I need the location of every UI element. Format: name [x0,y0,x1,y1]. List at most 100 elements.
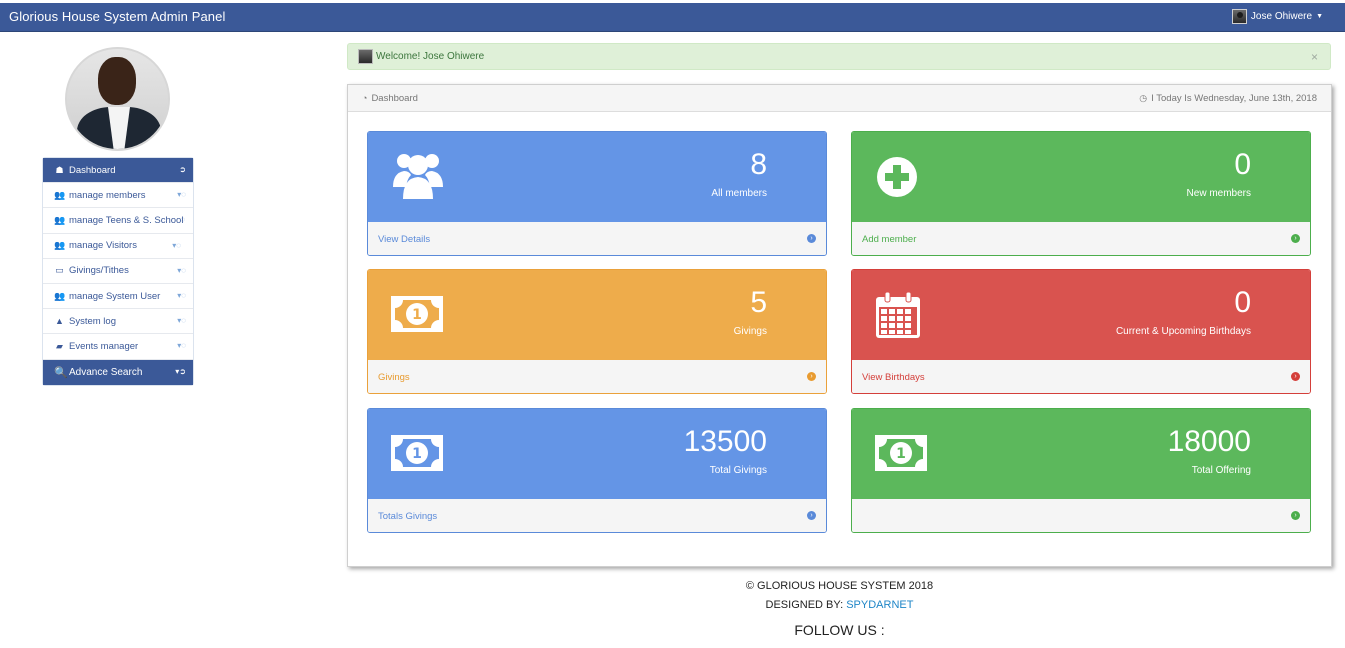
caret-down-icon: ▾➲ [175,366,186,376]
caret-down-icon: ▾◌ [177,190,186,200]
panel-title: Dashboard [371,92,418,104]
card-footer-label: View Details [378,234,431,245]
dashboard-panel: ◔ Dashboard ◷ I Today Is Wednesday, June… [347,84,1332,567]
designed-by-label: DESIGNED BY: [765,599,844,611]
book-icon: ▰ [56,340,63,351]
card-total-offering: 1 18000 Total Offering › [851,408,1311,533]
user-avatar [1231,9,1247,24]
designed-by: DESIGNED BY: SPYDARNET [347,599,1332,611]
caret-down-icon: ▼ [1316,13,1323,20]
card-footer-label: View Birthdays [862,372,925,383]
follow-us: FOLLOW US : [794,622,885,638]
copyright-text: © GLORIOUS HOUSE SYSTEM 2018 [745,580,934,592]
sidebar-item-label: Givings/Tithes [69,265,129,277]
caret-down-icon: ▾◌ [177,341,186,351]
top-navbar: Glorious House System Admin Panel Jose O… [0,3,1345,32]
user-dropdown[interactable]: Jose Ohiwere ▼ [1231,9,1323,24]
money-icon: ▭ [55,265,64,276]
card-value: 0 [1234,148,1251,181]
plus-circle-icon [877,157,917,197]
card-footer-label: Givings [378,372,410,383]
user-name: Jose Ohiwere [1250,11,1313,22]
dashboard-icon: ☗ [55,164,64,175]
card-value: 18000 [1167,425,1251,458]
today-date: I Today Is Wednesday, June 13th, 2018 [1151,92,1317,104]
sidebar-item-advance-search[interactable]: 🔍 Advance Search ▾➲ [43,359,193,385]
card-all-members: 8 All members View Details › [367,131,827,256]
arrow-circle-right-icon: › [1291,511,1300,520]
card-label: Current & Upcoming Birthdays [1115,326,1251,337]
panel-header: ◔ Dashboard ◷ I Today Is Wednesday, June… [348,85,1331,112]
sidebar-item-label: Events manager [69,340,139,352]
money-icon: 1 [875,435,927,471]
card-label: Total Offering [1191,465,1251,476]
sidebar-item-label: manage members [69,189,146,201]
card-footer-label: Totals Givings [378,511,438,522]
arrow-circle-right-icon: › [807,511,816,520]
card-value: 5 [750,286,767,319]
add-member-link[interactable]: Add member › [852,222,1310,255]
close-icon[interactable]: × [1311,50,1318,64]
users-icon: 👥 [54,240,66,251]
arrow-circle-right-icon: › [807,234,816,243]
users-icon: 👥 [54,290,66,301]
sidebar-item-dashboard[interactable]: ☗ Dashboard ➲ [43,158,193,184]
card-birthdays: 0 Current & Upcoming Birthdays View Birt… [851,269,1311,394]
view-details-link[interactable]: View Details › [368,222,826,255]
profile-photo [65,47,170,151]
arrow-circle-right-icon: › [1291,234,1300,243]
card-new-members: 0 New members Add member › [851,131,1311,256]
search-icon: 🔍 [54,366,68,379]
card-label: Total Givings [709,465,767,476]
total-offering-link[interactable]: › [852,499,1310,532]
sidebar-item-events[interactable]: ▰ Events manager ▾◌ [43,334,193,360]
sidebar-item-label: Advance Search [69,366,143,378]
card-label: All members [711,188,767,199]
brand-title[interactable]: Glorious House System Admin Panel [9,9,225,24]
card-value: 8 [750,148,767,181]
givings-link[interactable]: Givings › [368,360,826,393]
sidebar-item-manage-teens[interactable]: 👥 manage Teens & S. School ◌ [43,208,193,234]
sidebar-item-label: System log [69,315,116,327]
welcome-text: Welcome! Jose Ohiwere [376,51,485,62]
sidebar-item-givings[interactable]: ▭ Givings/Tithes ▾◌ [43,259,193,284]
sidebar-item-manage-visitors[interactable]: 👥 manage Visitors ▾◌ [43,234,193,259]
svg-text:1: 1 [412,446,422,462]
arrow-circle-right-icon: › [1291,372,1300,381]
caret-down-icon: ▾◌ [177,265,186,275]
welcome-alert: Welcome! Jose Ohiwere × [347,43,1331,70]
page-footer: © GLORIOUS HOUSE SYSTEM 2018 DESIGNED BY… [347,580,1332,638]
sidebar-item-system-log[interactable]: ▲ System log ▾◌ [43,309,193,335]
clock-icon: ◷ [1139,92,1148,103]
designer-link[interactable]: SPYDARNET [846,599,913,611]
users-icon [393,154,443,199]
card-footer-label: Add member [862,234,917,245]
money-icon: 1 [391,296,443,332]
card-value: 0 [1234,286,1251,319]
sidebar-item-label: manage Teens & S. School [69,214,184,226]
caret-down-icon: ◌ [180,215,185,225]
users-icon: 👥 [54,214,66,225]
card-givings: 1 5 Givings Givings › [367,269,827,394]
calendar-icon [876,291,920,338]
svg-text:1: 1 [896,446,906,462]
card-label: New members [1186,188,1251,199]
user-avatar [358,49,373,64]
users-icon: 👥 [54,189,66,200]
caret-down-icon: ▾◌ [172,240,181,250]
caret-down-icon: ▾◌ [177,290,186,300]
arrow-circle-right-icon: › [807,372,816,381]
dashboard-icon: ◔ [362,93,368,103]
sidebar-item-system-user[interactable]: 👥 manage System User ▾◌ [43,284,193,310]
arrow-circle-right-icon: ➲ [179,165,186,174]
caret-down-icon: ▾◌ [177,316,186,326]
sidebar-item-label: manage Visitors [69,240,137,252]
card-label: Givings [733,326,767,337]
warning-icon: ▲ [55,316,64,327]
sidebar-menu: ☗ Dashboard ➲ 👥 manage members ▾◌ 👥 mana… [42,157,194,386]
totals-givings-link[interactable]: Totals Givings › [368,499,826,532]
sidebar-item-manage-members[interactable]: 👥 manage members ▾◌ [43,183,193,209]
card-value: 13500 [683,425,767,458]
view-birthdays-link[interactable]: View Birthdays › [852,360,1310,393]
card-total-givings: 1 13500 Total Givings Totals Givings › [367,408,827,533]
